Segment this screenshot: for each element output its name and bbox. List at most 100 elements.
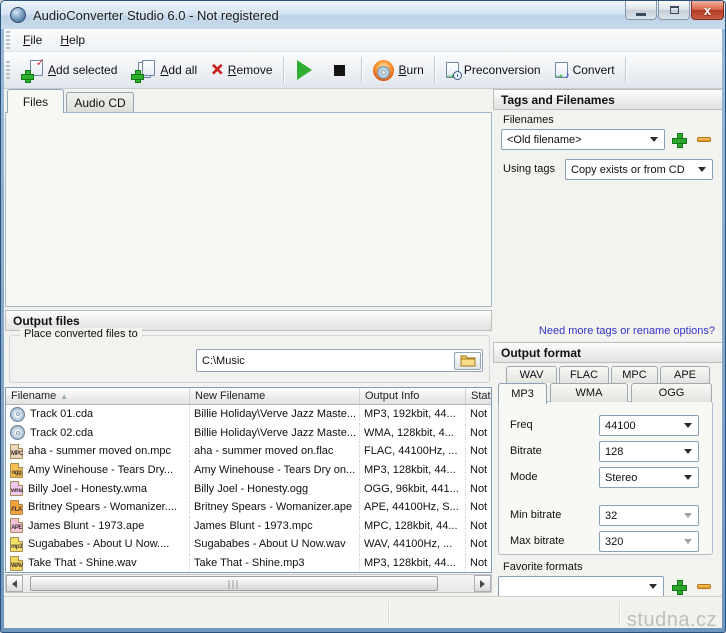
- preconversion-button[interactable]: → Preconversion: [439, 59, 548, 81]
- minimize-button[interactable]: [625, 1, 657, 20]
- stop-icon: [334, 65, 345, 76]
- mode-label: Mode: [510, 471, 538, 483]
- table-row[interactable]: mp3Sugababes - About U Now....Sugababes …: [6, 535, 491, 554]
- cell-new_name: aha - summer moved on.flac: [190, 442, 360, 461]
- play-button[interactable]: [288, 57, 321, 83]
- stop-button[interactable]: [321, 62, 358, 79]
- browse-output-button[interactable]: [454, 352, 481, 370]
- cell-output_info: WAV, 44100Hz, ...: [360, 535, 466, 554]
- format-tab-ape[interactable]: APE: [660, 366, 710, 383]
- cell-name: FLABritney Spears - Womanizer....: [6, 498, 190, 517]
- close-button[interactable]: x: [691, 1, 724, 20]
- cell-name: Track 01.cda: [6, 405, 190, 424]
- add-filename-pattern-button[interactable]: [672, 133, 685, 146]
- table-row[interactable]: wmaBilly Joel - Honesty.wmaBilly Joel - …: [6, 479, 491, 498]
- burn-button[interactable]: Burn: [366, 57, 431, 84]
- chevron-down-icon: [684, 513, 692, 518]
- remove-button[interactable]: × Remove: [204, 58, 279, 82]
- scroll-left-button[interactable]: [6, 575, 23, 592]
- format-tab-flac[interactable]: FLAC: [559, 366, 609, 383]
- output-path-value: C:\Music: [202, 355, 245, 367]
- scrollbar-thumb[interactable]: [30, 576, 438, 591]
- add-selected-button[interactable]: ✓ Add selected: [14, 57, 124, 83]
- convert-label: Convert: [573, 63, 615, 77]
- using-tags-select[interactable]: Copy exists or from CD: [565, 159, 713, 180]
- cell-status: Not: [466, 442, 492, 461]
- menu-file[interactable]: File: [14, 30, 51, 50]
- bitrate-select[interactable]: 128: [599, 441, 699, 462]
- favorite-formats-select[interactable]: [498, 576, 664, 597]
- convert-icon: →♪: [555, 62, 568, 78]
- table-row[interactable]: APEJames Blunt - 1973.apeJames Blunt - 1…: [6, 517, 491, 536]
- table-row[interactable]: Track 02.cdaBillie Holiday\Verve Jazz Ma…: [6, 424, 491, 443]
- tab-audio-cd[interactable]: Audio CD: [66, 92, 134, 113]
- cell-name: APEJames Blunt - 1973.ape: [6, 517, 190, 536]
- filenames-select[interactable]: <Old filename>: [501, 129, 665, 150]
- ogg-file-icon: ogg: [10, 463, 23, 478]
- favorite-formats-label: Favorite formats: [503, 561, 582, 573]
- menu-help[interactable]: Help: [51, 30, 94, 50]
- cell-status: Not: [466, 424, 492, 443]
- burn-label: Burn: [399, 63, 424, 77]
- chevron-down-icon: [684, 475, 692, 480]
- format-tab-wma[interactable]: WMA: [550, 383, 628, 402]
- bitrate-value: 128: [600, 446, 684, 458]
- format-tab-mp3[interactable]: MP3: [498, 383, 547, 404]
- add-favorite-format-button[interactable]: [672, 580, 685, 593]
- output-rows: Track 01.cdaBillie Holiday\Verve Jazz Ma…: [6, 405, 491, 572]
- remove-favorite-format-button[interactable]: [697, 584, 711, 589]
- format-tab-mpc[interactable]: MPC: [611, 366, 658, 383]
- chevron-down-icon: [684, 449, 692, 454]
- column-output-info[interactable]: Output Info: [360, 388, 466, 404]
- cell-status: Not: [466, 405, 492, 424]
- table-row[interactable]: MPCaha - summer moved on.mpcaha - summer…: [6, 442, 491, 461]
- table-row[interactable]: WAVTake That - Shine.wavTake That - Shin…: [6, 554, 491, 573]
- min-bitrate-select[interactable]: 32: [599, 505, 699, 526]
- client-area: File Help ✓ Add selected Add all × Remov…: [4, 29, 722, 628]
- cell-name: mp3Sugababes - About U Now....: [6, 535, 190, 554]
- table-row[interactable]: FLABritney Spears - Womanizer....Britney…: [6, 498, 491, 517]
- cell-name: MPCaha - summer moved on.mpc: [6, 442, 190, 461]
- place-converted-label: Place converted files to: [20, 328, 142, 340]
- watermark-text: studna.cz: [627, 609, 717, 632]
- cell-status: Not: [466, 554, 492, 573]
- format-tab-wav[interactable]: WAV: [506, 366, 557, 383]
- remove-filename-pattern-button[interactable]: [697, 137, 711, 142]
- mode-select[interactable]: Stereo: [599, 467, 699, 488]
- format-tab-ogg[interactable]: OGG: [631, 383, 712, 402]
- preconversion-label: Preconversion: [464, 63, 541, 77]
- cell-status: Not: [466, 479, 492, 498]
- menubar-grip: [6, 31, 10, 49]
- more-tags-link[interactable]: Need more tags or rename options?: [539, 325, 715, 337]
- cell-output_info: MP3, 128kbit, 44...: [360, 554, 466, 573]
- maximize-button[interactable]: [658, 1, 690, 20]
- horizontal-scrollbar[interactable]: [5, 574, 492, 593]
- output-files-header-label: Output files: [13, 314, 80, 328]
- tab-files[interactable]: Files: [7, 89, 64, 113]
- scroll-right-button[interactable]: [474, 575, 491, 592]
- table-row[interactable]: Track 01.cdaBillie Holiday\Verve Jazz Ma…: [6, 405, 491, 424]
- app-window: AudioConverter Studio 6.0 - Not register…: [0, 0, 726, 633]
- title-bar: AudioConverter Studio 6.0 - Not register…: [1, 1, 725, 29]
- freq-select[interactable]: 44100: [599, 415, 699, 436]
- toolbar-separator: [283, 57, 285, 83]
- column-filename[interactable]: Filename ▲: [6, 388, 190, 404]
- table-row[interactable]: oggAmy Winehouse - Tears Dry...Amy Wineh…: [6, 461, 491, 480]
- convert-button[interactable]: →♪ Convert: [548, 59, 622, 81]
- mode-value: Stereo: [600, 472, 684, 484]
- scrollbar-grip: [229, 580, 240, 589]
- max-bitrate-select[interactable]: 320: [599, 531, 699, 552]
- cell-output_info: MP3, 192kbit, 44...: [360, 405, 466, 424]
- window-title: AudioConverter Studio 6.0 - Not register…: [33, 8, 279, 23]
- mp3-file-icon: mp3: [10, 537, 23, 552]
- filenames-label: Filenames: [503, 114, 554, 126]
- cell-output_info: FLAC, 44100Hz, ...: [360, 442, 466, 461]
- column-new-filename[interactable]: New Filename: [190, 388, 360, 404]
- cell-new_name: Billie Holiday\Verve Jazz Maste...: [190, 424, 360, 443]
- column-status[interactable]: Statu...: [466, 388, 491, 404]
- output-path-input[interactable]: C:\Music: [196, 349, 483, 372]
- cell-new_name: Britney Spears - Womanizer.ape: [190, 498, 360, 517]
- cell-status: Not: [466, 461, 492, 480]
- chevron-down-icon: [650, 137, 658, 142]
- add-all-button[interactable]: Add all: [124, 57, 204, 83]
